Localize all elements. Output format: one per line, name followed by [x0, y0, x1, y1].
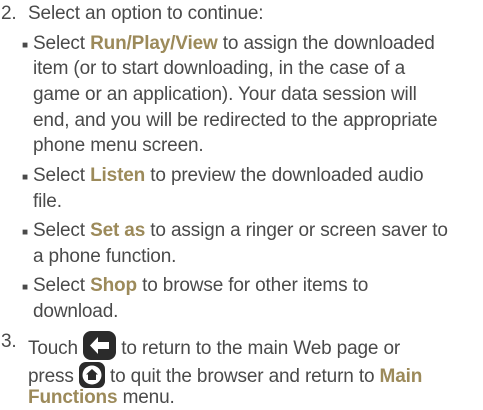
bullet-text: to browse for other items to [142, 275, 369, 296]
bullet-text: to assign the downloaded [222, 33, 435, 54]
bullet-marker: ■ [22, 40, 29, 51]
bullet-line: phone menu screen. [33, 135, 204, 156]
bullet-prefix: Select [33, 33, 85, 54]
bullet-line: end, and you will be redirected to the a… [33, 110, 438, 131]
back-arrow-icon [83, 331, 117, 360]
bullet-run-play-view: Select Run/Play/View to assign the downl… [33, 33, 435, 55]
step-3-line3: Functions menu. [28, 387, 175, 409]
term-set-as: Set as [90, 220, 146, 241]
step-text: Touch [28, 338, 78, 359]
step-text: menu. [122, 387, 175, 408]
bullet-marker: ■ [22, 282, 29, 293]
bullet-marker: ■ [22, 227, 29, 238]
bullet-line: download. [33, 301, 119, 322]
step-text-line1: Touch to return to the main Web page or [28, 331, 400, 360]
bullet-prefix: Select [33, 165, 85, 186]
bullet-line: game or an application). Your data sessi… [33, 84, 417, 105]
bullet-line: file. [33, 191, 62, 212]
bullet-listen: Select Listen to preview the downloaded … [33, 165, 424, 187]
term-main: Main [379, 366, 423, 387]
step-number: 3. [1, 331, 17, 352]
term-functions: Functions [28, 387, 118, 408]
bullet-text: to preview the downloaded audio [150, 165, 424, 186]
bullet-shop: Select Shop to browse for other items to [33, 275, 368, 297]
bullet-text: to assign a ringer or screen saver to [150, 220, 448, 241]
term-run-play-view: Run/Play/View [90, 33, 218, 54]
term-listen: Listen [90, 165, 146, 186]
step-number: 2. [1, 3, 17, 24]
bullet-line: item (or to start downloading, in the ca… [33, 58, 406, 79]
bullet-prefix: Select [33, 275, 85, 296]
bullet-marker: ■ [22, 172, 29, 183]
step-text: to quit the browser and return to [110, 366, 375, 387]
manual-page: 2. Select an option to continue: ■ Selec… [0, 0, 483, 410]
bullet-set-as: Select Set as to assign a ringer or scre… [33, 220, 448, 242]
bullet-line: a phone function. [33, 246, 177, 267]
bullet-prefix: Select [33, 220, 85, 241]
home-icon [78, 362, 105, 388]
term-shop: Shop [90, 275, 137, 296]
step-text: Select an option to continue: [28, 3, 264, 24]
step-text: to return to the main Web page or [121, 338, 401, 359]
step-text: press [28, 366, 74, 387]
step-3-line2: press to quit the browser and return to … [28, 362, 422, 388]
